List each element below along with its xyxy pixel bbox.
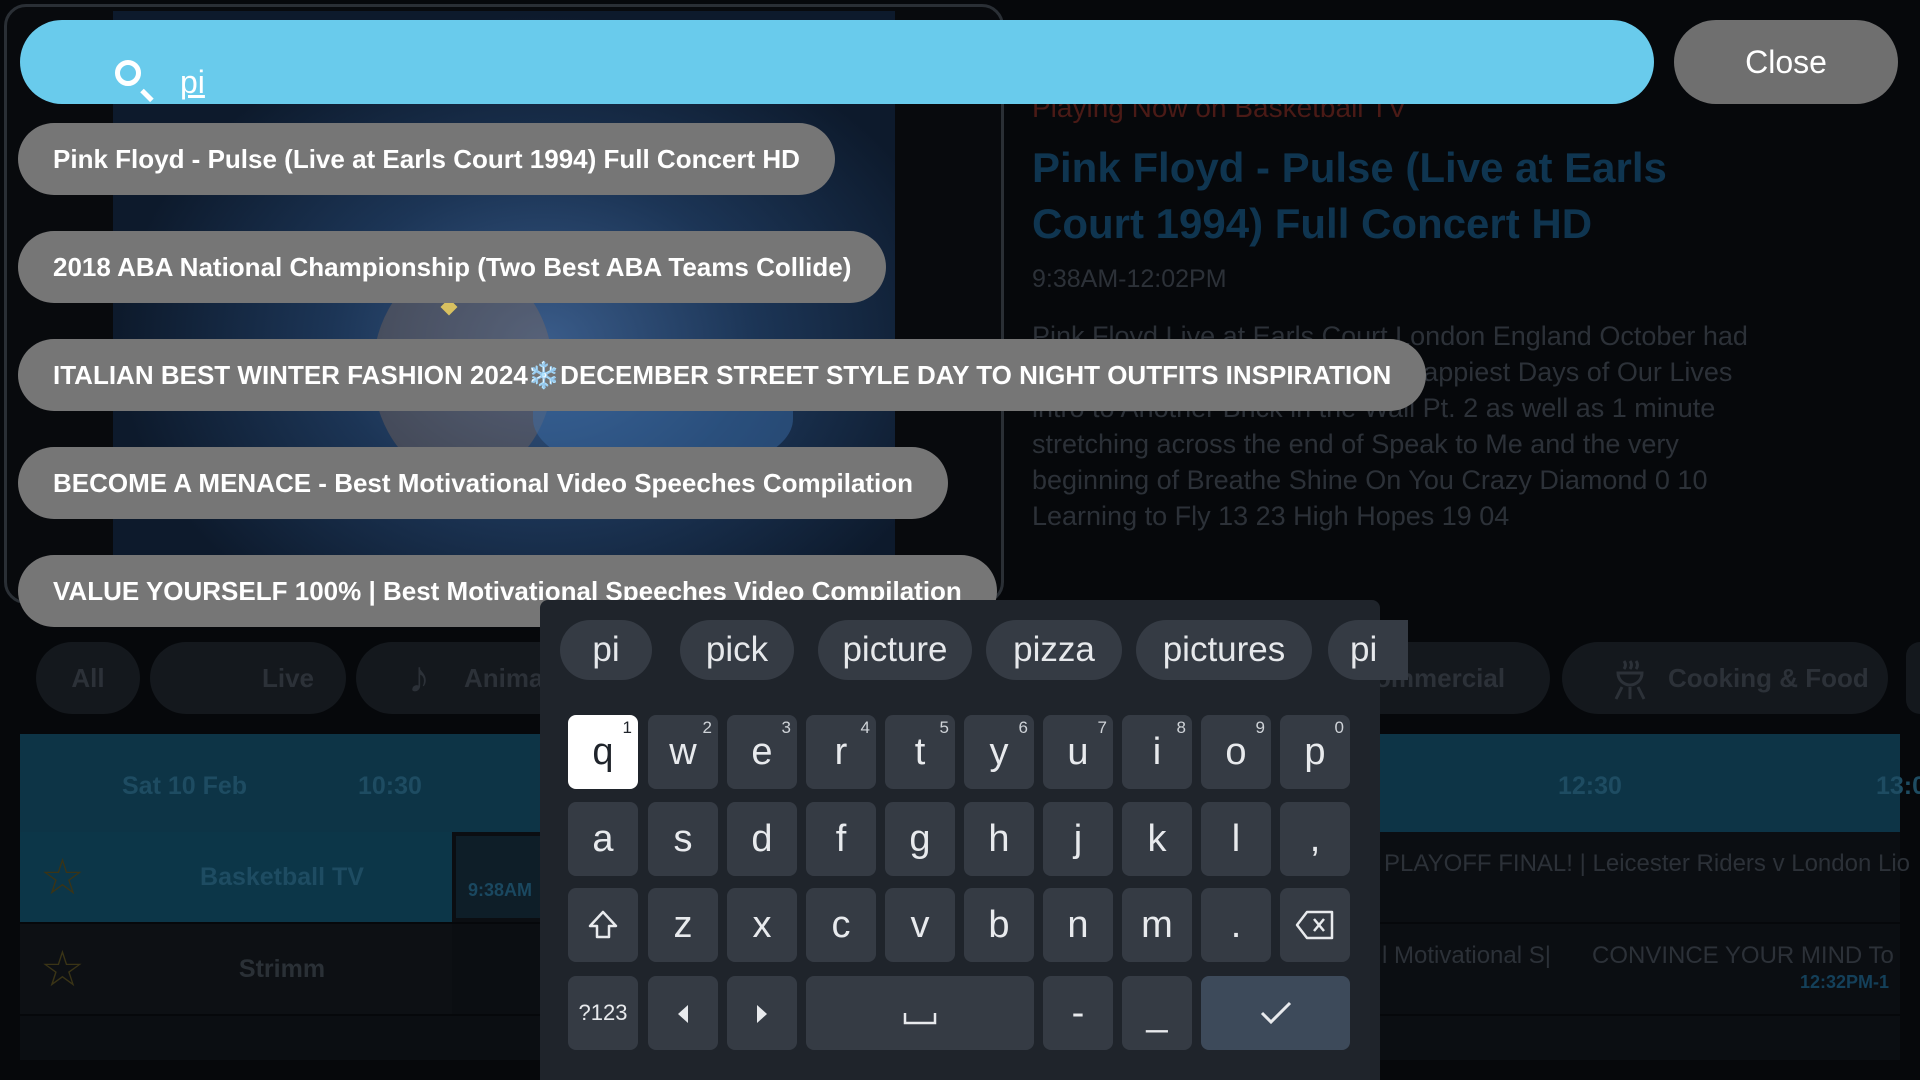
backspace-icon [1295,910,1334,940]
arrow-left-icon [678,1005,688,1023]
key-comma[interactable]: , [1280,802,1350,876]
key-q[interactable]: q1 [568,715,638,789]
key-x[interactable]: x [727,888,797,962]
key-k[interactable]: k [1122,802,1192,876]
channel-name[interactable]: Strimm [112,924,452,1014]
favorite-cell[interactable]: ☆ [20,832,112,922]
key-f[interactable]: f [806,802,876,876]
shift-key[interactable] [568,888,638,962]
key-o[interactable]: o9 [1201,715,1271,789]
category-more[interactable] [1906,642,1920,714]
category-animation-label: Anima [464,663,544,693]
search-suggestion[interactable]: BECOME A MENACE - Best Motivational Vide… [18,447,949,519]
now-playing-time: 9:38AM-12:02PM [1032,265,1227,293]
enter-key[interactable] [1201,976,1350,1050]
music-note-icon: ♪ [408,653,430,702]
suggestion-chip[interactable]: pi [1328,620,1408,680]
key-e[interactable]: e3 [727,715,797,789]
cursor-right-key[interactable] [727,976,797,1050]
key-s[interactable]: s [648,802,718,876]
category-live[interactable]: Live [150,642,346,714]
cursor-left-key[interactable] [648,976,718,1050]
symbols-key[interactable]: ?123 [568,976,638,1050]
key-r[interactable]: r4 [806,715,876,789]
key-l[interactable]: l [1201,802,1271,876]
key-b[interactable]: b [964,888,1034,962]
search-icon [115,60,141,86]
suggestion-chip[interactable]: picture [818,620,972,680]
guide-date: Sat 10 Feb [122,772,248,800]
guide-time-3: 13:0 [1876,772,1920,800]
guide-time-1: 10:30 [358,772,422,800]
suggestion-chip[interactable]: pictures [1136,620,1312,680]
program-title[interactable]: l Motivational S| [1382,942,1551,970]
key-v[interactable]: v [885,888,955,962]
channel-name[interactable]: Basketball TV [112,832,452,922]
search-suggestion[interactable]: Pink Floyd - Pulse (Live at Earls Court … [18,123,835,195]
star-icon: ☆ [40,941,85,997]
close-button[interactable]: Close [1674,20,1898,104]
key-i[interactable]: i8 [1122,715,1192,789]
backspace-key[interactable] [1280,888,1350,962]
key-p[interactable]: p0 [1280,715,1350,789]
category-live-label: Live [261,663,315,693]
cooking-grill-icon [1612,656,1648,700]
search-bar[interactable]: pi [20,20,1654,104]
category-cooking-label: Cooking & Food [1668,663,1869,693]
guide-time-2: 12:30 [1558,772,1622,800]
search-suggestion[interactable]: 2018 ABA National Championship (Two Best… [18,231,887,303]
key-d[interactable]: d [727,802,797,876]
arrow-right-icon [757,1005,767,1023]
key-w[interactable]: w2 [648,715,718,789]
key-m[interactable]: m [1122,888,1192,962]
underscore-key[interactable]: _ [1122,976,1192,1050]
suggestion-chip[interactable]: pizza [986,620,1122,680]
now-playing-title: Pink Floyd - Pulse (Live at Earls Court … [1032,144,1667,247]
search-input[interactable]: pi [180,64,205,101]
space-key[interactable] [806,976,1034,1050]
program-time: 12:32PM-1 [1800,972,1890,992]
dash-key[interactable]: - [1043,976,1113,1050]
favorite-cell[interactable]: ☆ [20,924,112,1014]
program-time: 9:38AM [468,880,533,900]
key-u[interactable]: u7 [1043,715,1113,789]
category-all[interactable]: All [36,642,140,714]
key-t[interactable]: t5 [885,715,955,789]
shift-icon [588,910,618,939]
key-j[interactable]: j [1043,802,1113,876]
key-h[interactable]: h [964,802,1034,876]
suggestion-chip[interactable]: pick [680,620,794,680]
key-a[interactable]: a [568,802,638,876]
program-title[interactable]: CONVINCE YOUR MIND To [1592,942,1894,970]
key-z[interactable]: z [648,888,718,962]
space-icon [903,1013,937,1025]
suggestion-chip[interactable]: pi [560,620,652,680]
key-n[interactable]: n [1043,888,1113,962]
search-suggestion[interactable]: ITALIAN BEST WINTER FASHION 2024❄️DECEMB… [18,339,1427,411]
key-c[interactable]: c [806,888,876,962]
on-screen-keyboard: pi pick picture pizza pictures pi q1 w2 … [540,600,1408,1080]
key-y[interactable]: y6 [964,715,1034,789]
category-cooking-food[interactable]: Cooking & Food [1562,642,1888,714]
checkmark-icon [1260,1001,1291,1025]
program-title[interactable]: PLAYOFF FINAL! | Leicester Riders v Lond… [1384,850,1910,878]
key-g[interactable]: g [885,802,955,876]
star-icon: ☆ [40,849,85,905]
key-period[interactable]: . [1201,888,1271,962]
